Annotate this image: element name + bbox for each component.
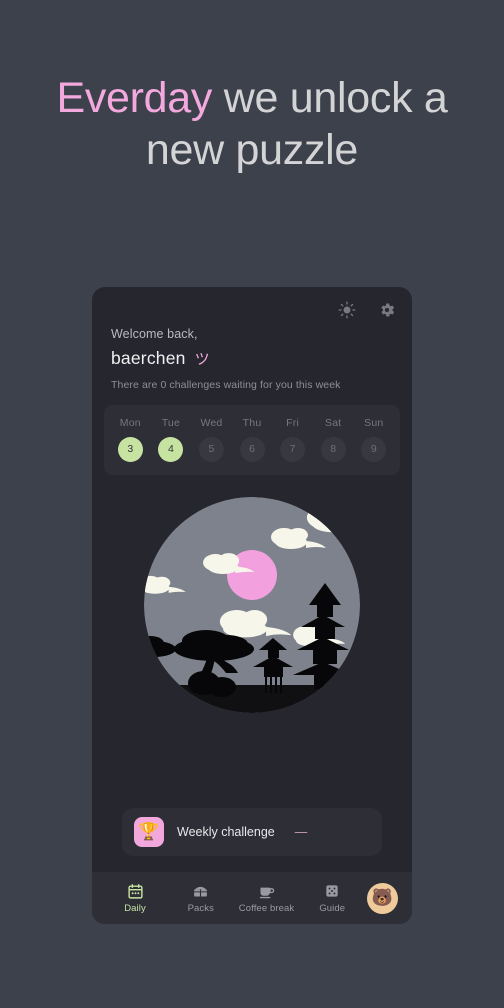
japanese-night-scene-illustration xyxy=(144,497,360,713)
page-headline: Everday we unlock a new puzzle xyxy=(0,72,504,176)
username-row: baerchen ツ xyxy=(111,348,393,369)
day-number: 4 xyxy=(158,437,184,462)
day-label: Wed xyxy=(200,417,223,429)
day-label: Thu xyxy=(242,417,262,429)
kaomoji-icon: ツ xyxy=(194,351,210,368)
app-card: Welcome back, baerchen ツ There are 0 cha… xyxy=(92,287,412,924)
day-label: Fri xyxy=(286,417,300,429)
week-day-labels: Mon 3 Tue 4 Wed 5 Thu 6 Fri 7 Sat 8 Sun … xyxy=(110,417,394,462)
weekly-challenge-value: — xyxy=(294,825,308,839)
day-number: 7 xyxy=(280,437,306,462)
welcome-text: Welcome back, xyxy=(111,327,198,341)
trophy-icon: 🏆 xyxy=(134,817,164,847)
bear-avatar[interactable]: 🐻 xyxy=(367,882,398,914)
day-number: 9 xyxy=(361,437,387,462)
nav-item-daily[interactable]: Daily xyxy=(104,882,166,914)
username-text: baerchen xyxy=(111,348,186,368)
day-number: 5 xyxy=(198,437,224,462)
week-day-wed[interactable]: Wed 5 xyxy=(191,417,232,462)
illustration-area xyxy=(92,475,412,808)
nav-label-guide: Guide xyxy=(319,903,346,914)
week-day-fri[interactable]: Fri 7 xyxy=(272,417,313,462)
brightness-icon[interactable] xyxy=(338,301,356,319)
weekly-challenge-button[interactable]: 🏆 Weekly challenge — xyxy=(122,808,382,856)
nav-item-coffee-break[interactable]: Coffee break xyxy=(236,882,298,914)
bottom-nav: Daily Packs Coffee break Guide 🐻 xyxy=(92,872,412,924)
week-day-sat[interactable]: Sat 8 xyxy=(313,417,354,462)
day-label: Tue xyxy=(161,417,181,429)
week-day-thu[interactable]: Thu 6 xyxy=(232,417,273,462)
card-toolbar xyxy=(92,287,412,321)
week-day-mon[interactable]: Mon 3 xyxy=(110,417,151,462)
greeting-block: Welcome back, baerchen ツ There are 0 cha… xyxy=(92,321,412,391)
nav-item-guide[interactable]: Guide xyxy=(301,882,363,914)
challenges-subtitle: There are 0 challenges waiting for you t… xyxy=(111,379,341,391)
week-day-sun[interactable]: Sun 9 xyxy=(353,417,394,462)
nav-label-coffee-break: Coffee break xyxy=(238,903,295,914)
app-screen: Everday we unlock a new puzzle Welcome b… xyxy=(0,0,504,1008)
day-label: Sat xyxy=(324,417,342,429)
day-number: 6 xyxy=(239,437,265,462)
nav-label-packs: Packs xyxy=(187,903,214,914)
week-strip: Mon 3 Tue 4 Wed 5 Thu 6 Fri 7 Sat 8 Sun … xyxy=(104,405,400,475)
nav-item-packs[interactable]: Packs xyxy=(170,882,232,914)
weekly-challenge-area: 🏆 Weekly challenge — xyxy=(92,808,412,872)
packs-icon xyxy=(192,882,209,900)
week-day-tue[interactable]: Tue 4 xyxy=(151,417,192,462)
calendar-icon xyxy=(127,882,144,900)
day-number: 8 xyxy=(320,437,346,462)
day-label: Mon xyxy=(119,417,141,429)
coffee-cup-icon xyxy=(258,882,275,900)
headline-accent-word: Everday xyxy=(56,74,213,122)
nav-label-daily: Daily xyxy=(124,903,146,914)
weekly-challenge-label: Weekly challenge xyxy=(177,825,275,839)
dice-icon xyxy=(324,882,340,900)
day-number: 3 xyxy=(117,437,143,462)
settings-icon[interactable] xyxy=(378,301,396,319)
day-label: Sun xyxy=(364,417,384,429)
